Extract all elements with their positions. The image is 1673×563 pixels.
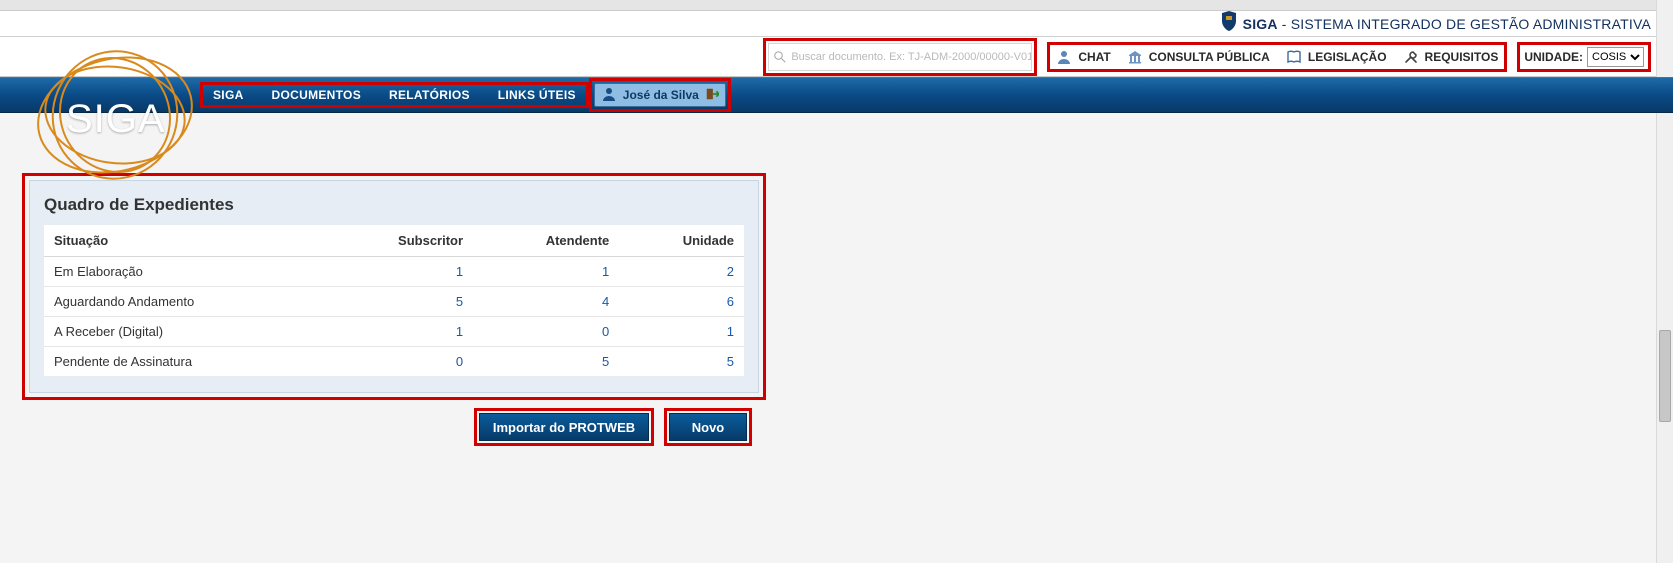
user-name: José da Silva: [623, 88, 699, 102]
highlight-importar: Importar do PROTWEB: [474, 408, 654, 446]
shield-icon: [1221, 11, 1237, 36]
content: Quadro de Expedientes Situação Subscrito…: [0, 113, 1673, 456]
highlight-novo: Novo: [664, 408, 752, 446]
app-title-rest: - SISTEMA INTEGRADO DE GESTÃO ADMINISTRA…: [1278, 16, 1651, 32]
requisitos-link[interactable]: REQUISITOS: [1403, 49, 1499, 65]
cell-subscritor[interactable]: 0: [456, 354, 463, 369]
cell-unidade[interactable]: 1: [727, 324, 734, 339]
logout-icon: [705, 87, 719, 104]
consulta-publica-link[interactable]: CONSULTA PÚBLICA: [1127, 49, 1270, 65]
nav-documentos[interactable]: DOCUMENTOS: [272, 88, 361, 102]
top-title-band: SIGA - SISTEMA INTEGRADO DE GESTÃO ADMIN…: [0, 11, 1673, 37]
highlight-search: [763, 38, 1037, 76]
novo-button[interactable]: Novo: [669, 413, 747, 441]
app-title-bold: SIGA: [1243, 16, 1278, 32]
panel-title: Quadro de Expedientes: [44, 195, 744, 215]
cell-subscritor[interactable]: 1: [456, 264, 463, 279]
book-icon: [1286, 49, 1302, 65]
unidade-label: UNIDADE:: [1524, 50, 1583, 64]
requisitos-label: REQUISITOS: [1425, 50, 1499, 64]
highlight-unidade: UNIDADE: COSIS: [1517, 42, 1651, 72]
search-input[interactable]: [791, 46, 1031, 68]
unidade-select[interactable]: COSIS: [1587, 47, 1644, 67]
browser-chrome-top: [0, 0, 1673, 11]
chat-label: CHAT: [1078, 50, 1110, 64]
cell-subscritor[interactable]: 5: [456, 294, 463, 309]
action-row: Importar do PROTWEB Novo: [22, 408, 752, 446]
cell-unidade[interactable]: 2: [727, 264, 734, 279]
cell-situacao: Aguardando Andamento: [44, 287, 324, 317]
highlight-nav: SIGA DOCUMENTOS RELATÓRIOS LINKS ÚTEIS: [200, 82, 589, 108]
cell-subscritor[interactable]: 1: [456, 324, 463, 339]
expedientes-panel: Quadro de Expedientes Situação Subscrito…: [29, 180, 759, 393]
col-situacao: Situação: [44, 225, 324, 257]
cell-atendente[interactable]: 0: [602, 324, 609, 339]
table-row: A Receber (Digital) 1 0 1: [44, 317, 744, 347]
cell-atendente[interactable]: 4: [602, 294, 609, 309]
col-atendente: Atendente: [473, 225, 619, 257]
logo: SIGA: [30, 45, 200, 185]
legislacao-link[interactable]: LEGISLAÇÃO: [1286, 49, 1387, 65]
importar-button[interactable]: Importar do PROTWEB: [479, 413, 649, 441]
toolbar: CHAT CONSULTA PÚBLICA LEGISLAÇÃO REQUISI…: [0, 37, 1673, 77]
table-header-row: Situação Subscritor Atendente Unidade: [44, 225, 744, 257]
cell-situacao: Pendente de Assinatura: [44, 347, 324, 377]
nav-siga[interactable]: SIGA: [213, 88, 244, 102]
table-row: Em Elaboração 1 1 2: [44, 257, 744, 287]
highlight-user: José da Silva: [589, 78, 731, 112]
table-row: Pendente de Assinatura 0 5 5: [44, 347, 744, 377]
cell-situacao: Em Elaboração: [44, 257, 324, 287]
avatar-icon: [601, 86, 617, 105]
highlight-util-links: CHAT CONSULTA PÚBLICA LEGISLAÇÃO REQUISI…: [1047, 42, 1507, 72]
nav-band: SIGA DOCUMENTOS RELATÓRIOS LINKS ÚTEIS J…: [0, 77, 1673, 113]
col-subscritor: Subscritor: [324, 225, 473, 257]
cell-atendente[interactable]: 5: [602, 354, 609, 369]
cell-unidade[interactable]: 6: [727, 294, 734, 309]
logo-text: SIGA: [66, 97, 166, 142]
tools-icon: [1403, 49, 1419, 65]
search-field[interactable]: [768, 43, 1032, 71]
expedientes-table: Situação Subscritor Atendente Unidade Em…: [44, 225, 744, 376]
person-icon: [1056, 49, 1072, 65]
legislacao-label: LEGISLAÇÃO: [1308, 50, 1387, 64]
cell-situacao: A Receber (Digital): [44, 317, 324, 347]
building-icon: [1127, 49, 1143, 65]
user-badge[interactable]: José da Silva: [594, 83, 726, 107]
cell-unidade[interactable]: 5: [727, 354, 734, 369]
col-unidade: Unidade: [619, 225, 744, 257]
consulta-label: CONSULTA PÚBLICA: [1149, 50, 1270, 64]
nav-links-uteis[interactable]: LINKS ÚTEIS: [498, 88, 576, 102]
search-icon: [769, 51, 791, 63]
table-row: Aguardando Andamento 5 4 6: [44, 287, 744, 317]
nav-relatorios[interactable]: RELATÓRIOS: [389, 88, 470, 102]
chat-link[interactable]: CHAT: [1056, 49, 1110, 65]
highlight-panel: Quadro de Expedientes Situação Subscrito…: [22, 173, 766, 400]
cell-atendente[interactable]: 1: [602, 264, 609, 279]
